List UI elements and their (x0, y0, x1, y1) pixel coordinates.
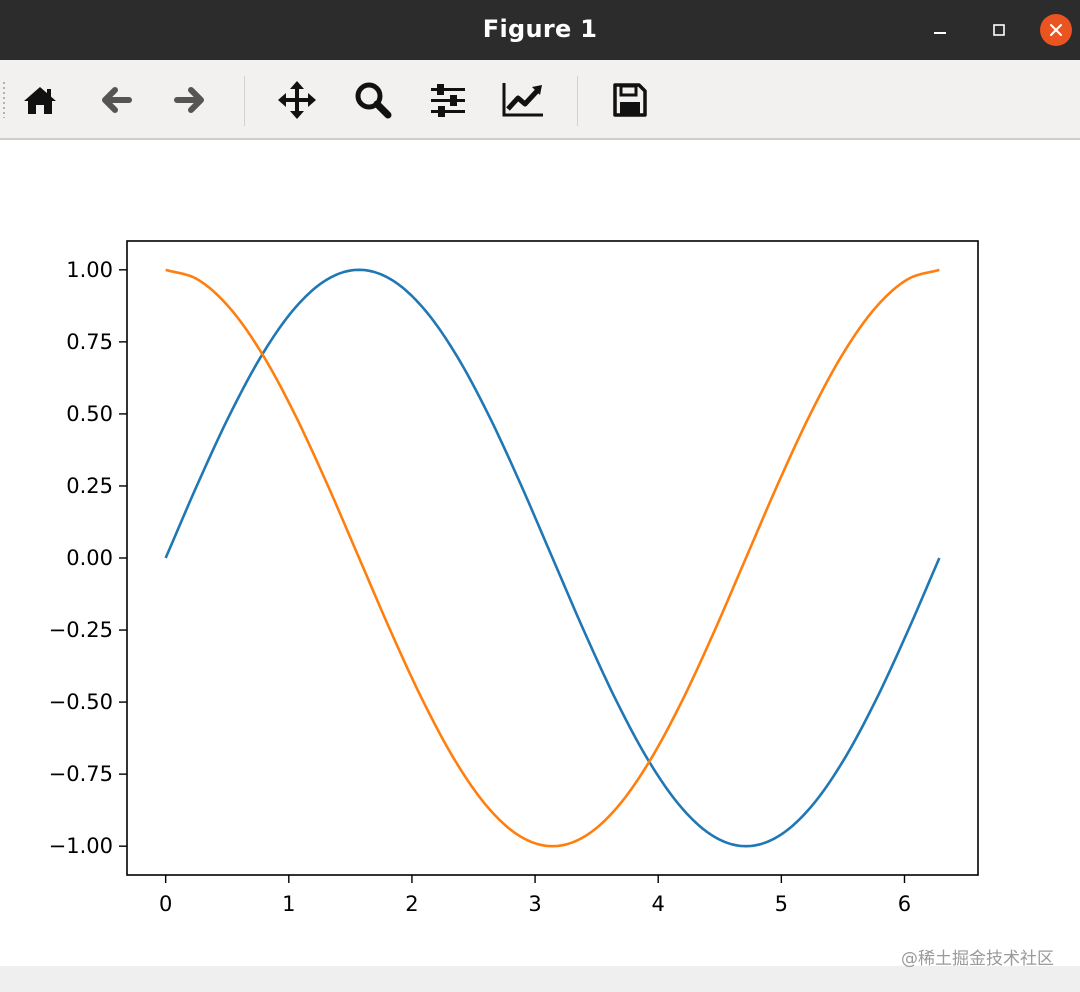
arrow-right-icon (174, 87, 204, 113)
zoom-icon (355, 82, 392, 119)
y-tick-label: −1.00 (49, 834, 113, 858)
watermark: @稀土掘金技术社区 (901, 949, 1054, 969)
move-icon (278, 81, 316, 119)
plot-area: 0 1 2 3 4 5 6 1.00 0.75 0.50 0.25 0.00 −0.25 −0.50 −0.… (49, 240, 979, 916)
x-tick-label: 2 (405, 892, 418, 916)
minimize-icon (934, 32, 946, 34)
figure-canvas[interactable]: 0 1 2 3 4 5 6 1.00 0.75 0.50 0.25 0.00 −0.25 −0.50 −0.… (0, 140, 1080, 966)
y-tick-label: −0.25 (49, 618, 113, 642)
subplots-button[interactable] (424, 76, 472, 124)
x-tick-label: 1 (282, 892, 295, 916)
x-tick-label: 0 (159, 892, 172, 916)
pan-button[interactable] (273, 76, 321, 124)
home-button[interactable] (16, 76, 64, 124)
x-tick-label: 4 (652, 892, 665, 916)
arrow-left-icon (102, 87, 132, 113)
window-title: Figure 1 (482, 15, 598, 43)
y-tick-label: −0.75 (49, 762, 113, 786)
maximize-button[interactable] (983, 14, 1015, 46)
home-icon (24, 87, 56, 114)
x-tick-label: 6 (898, 892, 911, 916)
maximize-icon (993, 24, 1005, 36)
sliders-icon (431, 84, 465, 117)
status-bar (0, 966, 1080, 992)
close-icon (1050, 24, 1062, 36)
series-line-1 (164, 268, 941, 848)
line-chart-icon (502, 83, 543, 117)
window-titlebar: Figure 1 (0, 0, 1080, 60)
save-button[interactable] (606, 76, 654, 124)
save-icon (613, 83, 647, 117)
y-tick-label: −0.50 (49, 690, 113, 714)
y-tick-label: 0.75 (66, 330, 113, 354)
minimize-button[interactable] (924, 14, 956, 46)
edit-axis-button[interactable] (499, 76, 547, 124)
forward-button[interactable] (166, 76, 214, 124)
close-button[interactable] (1040, 14, 1072, 46)
y-tick-label: 0.25 (66, 474, 113, 498)
toolbar-separator (577, 76, 578, 126)
toolbar-separator (244, 76, 245, 126)
navigation-toolbar (0, 60, 1080, 140)
y-tick-label: 1.00 (66, 258, 113, 282)
toolbar-grip[interactable] (3, 82, 5, 118)
x-tick-label: 3 (528, 892, 541, 916)
zoom-button[interactable] (348, 76, 396, 124)
y-tick-label: 0.50 (66, 402, 113, 426)
y-tick-label: 0.00 (66, 546, 113, 570)
back-button[interactable] (92, 76, 140, 124)
x-tick-label: 5 (775, 892, 788, 916)
